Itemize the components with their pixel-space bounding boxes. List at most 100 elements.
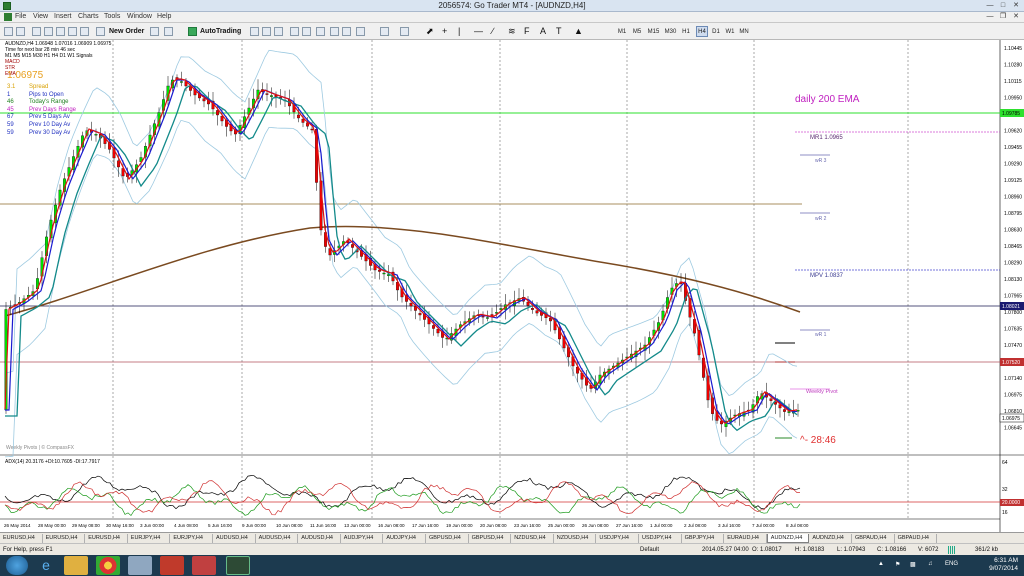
chart-shift-icon[interactable] <box>330 27 339 36</box>
tab-audjpy-h4[interactable]: AUDJPY,H4 <box>341 534 384 543</box>
new-chart-icon[interactable] <box>4 27 13 36</box>
timeframe-h1[interactable]: H1 <box>680 26 692 37</box>
arrows-icon[interactable]: ▲ <box>574 26 583 37</box>
menu-view[interactable]: View <box>33 13 48 20</box>
minimize-icon[interactable]: — <box>984 1 996 10</box>
paint-icon[interactable] <box>192 556 216 575</box>
terminal-icon[interactable] <box>68 27 77 36</box>
timeframe-m1[interactable]: M1 <box>616 26 628 37</box>
tab-nzdusd-h4[interactable]: NZDUSD,H4 <box>511 534 554 543</box>
candle-bull <box>180 81 183 83</box>
autotrading-icon[interactable] <box>164 27 173 36</box>
menu-charts[interactable]: Charts <box>78 13 99 20</box>
market-watch-icon[interactable] <box>32 27 41 36</box>
start-button[interactable] <box>6 556 28 575</box>
autotrading-button[interactable]: AutoTrading <box>200 26 241 37</box>
tab-euraud-h4[interactable]: EURAUD,H4 <box>724 534 767 543</box>
menu-file[interactable]: File <box>15 13 26 20</box>
timeframe-h4[interactable]: H4 <box>696 26 708 37</box>
tab-gbpaud-h4[interactable]: GBPAUD,H4 <box>895 534 938 543</box>
horizontal-line-icon[interactable]: — <box>474 26 483 37</box>
zoom-in-icon[interactable] <box>290 27 299 36</box>
timeframe-m30[interactable]: M30 <box>663 26 678 37</box>
line-chart-icon[interactable] <box>274 27 283 36</box>
timeframe-m15[interactable]: M15 <box>646 26 661 37</box>
tab-audjpy-h4[interactable]: AUDJPY,H4 <box>383 534 426 543</box>
timeframe-m5[interactable]: M5 <box>631 26 643 37</box>
menu-window[interactable]: Window <box>127 13 152 20</box>
price-tick: 1.08465 <box>1004 244 1022 250</box>
label-icon[interactable]: T <box>556 26 562 37</box>
tab-audusd-h4[interactable]: AUDUSD,H4 <box>256 534 299 543</box>
tab-audusd-h4[interactable]: AUDUSD,H4 <box>298 534 341 543</box>
data-window-icon[interactable] <box>44 27 53 36</box>
volume-icon[interactable]: ♫ <box>928 561 933 567</box>
cursor-icon[interactable]: ⬈ <box>426 26 434 37</box>
bar-chart-icon[interactable] <box>250 27 259 36</box>
metaeditor-icon[interactable] <box>150 27 159 36</box>
tab-usdjpy-h4[interactable]: USDJPY,H4 <box>596 534 639 543</box>
ie-icon[interactable]: e <box>34 556 58 575</box>
tab-eurjpy-h4[interactable]: EURJPY,H4 <box>128 534 171 543</box>
tab-usdjpy-h4[interactable]: USDJPY,H4 <box>639 534 682 543</box>
crosshair-icon[interactable]: + <box>442 26 447 37</box>
new-order-icon[interactable] <box>96 27 105 36</box>
tray-flag-icon[interactable]: ⚑ <box>895 561 900 568</box>
tile-windows-icon[interactable] <box>316 27 325 36</box>
tab-audusd-h4[interactable]: AUDUSD,H4 <box>213 534 256 543</box>
menu-tools[interactable]: Tools <box>104 13 120 20</box>
explorer-icon[interactable] <box>64 556 88 575</box>
child-restore-icon[interactable]: ❐ <box>997 12 1009 21</box>
periods-icon[interactable] <box>380 27 389 36</box>
trendline-icon[interactable]: ∕ <box>492 26 494 37</box>
child-minimize-icon[interactable]: — <box>984 12 996 21</box>
tab-gbpaud-h4[interactable]: GBPAUD,H4 <box>852 534 895 543</box>
menu-help[interactable]: Help <box>157 13 171 20</box>
maximize-icon[interactable]: □ <box>997 1 1009 10</box>
new-order-button[interactable]: New Order <box>109 26 144 37</box>
price-chart[interactable]: 1.10445 1.10280 1.10115 1.09950 1.09785 1.096… <box>0 40 1024 532</box>
mt4-taskbar-icon[interactable] <box>226 556 250 575</box>
tab-nzdusd-h4[interactable]: NZDUSD,H4 <box>554 534 597 543</box>
menu-insert[interactable]: Insert <box>54 13 72 20</box>
tab-eurusd-h4[interactable]: EURUSD,H4 <box>43 534 86 543</box>
indicators-icon[interactable] <box>356 27 365 36</box>
templates-icon[interactable] <box>400 27 409 36</box>
tab-eurusd-h4[interactable]: EURUSD,H4 <box>85 534 128 543</box>
network-icon[interactable]: ▩ <box>910 561 916 568</box>
strategy-tester-icon[interactable] <box>80 27 89 36</box>
timeframe-w1[interactable]: W1 <box>724 26 736 37</box>
tab-gbpusd-h4[interactable]: GBPUSD,H4 <box>469 534 512 543</box>
timeframe-mn[interactable]: MN <box>738 26 750 37</box>
ema-fast-line <box>4 78 798 425</box>
app-red-icon[interactable] <box>160 556 184 575</box>
profiles-icon[interactable] <box>16 27 25 36</box>
tab-eurusd-h4[interactable]: EURUSD,H4 <box>0 534 43 543</box>
vertical-line-icon[interactable]: | <box>458 26 460 37</box>
tab-audnzd-h4[interactable]: AUDNZD,H4 <box>809 534 852 543</box>
calculator-icon[interactable] <box>128 556 152 575</box>
channel-icon[interactable]: ≋ <box>508 26 516 37</box>
tab-eurjpy-h4[interactable]: EURJPY,H4 <box>170 534 213 543</box>
zoom-out-icon[interactable] <box>302 27 311 36</box>
chrome-icon[interactable] <box>96 556 120 575</box>
tab-gbpusd-h4[interactable]: GBPUSD,H4 <box>426 534 469 543</box>
tab-audnzd-h4[interactable]: AUDNZD,H4 <box>766 534 810 543</box>
fibonacci-icon[interactable]: F <box>524 26 530 37</box>
status-high: H: 1.08183 <box>795 547 825 553</box>
chart-area[interactable]: 1.10445 1.10280 1.10115 1.09950 1.09785 1.096… <box>0 40 1024 532</box>
ema-slow-line <box>5 85 798 432</box>
timeframe-d1[interactable]: D1 <box>710 26 722 37</box>
system-clock[interactable]: 6:31 AM 9/07/2014 <box>989 557 1018 573</box>
text-icon[interactable]: A <box>540 26 546 37</box>
navigator-icon[interactable] <box>56 27 65 36</box>
tab-gbpjpy-h4[interactable]: GBPJPY,H4 <box>682 534 725 543</box>
child-close-icon[interactable]: ✕ <box>1010 12 1022 21</box>
close-icon[interactable]: ✕ <box>1010 1 1022 10</box>
autotrading-status-icon[interactable] <box>188 27 197 36</box>
input-language[interactable]: ENG <box>945 561 958 567</box>
tray-arrow-icon[interactable]: ▲ <box>878 561 884 567</box>
auto-scroll-icon[interactable] <box>342 27 351 36</box>
candlestick-icon[interactable] <box>262 27 271 36</box>
candle-bear <box>297 114 300 119</box>
